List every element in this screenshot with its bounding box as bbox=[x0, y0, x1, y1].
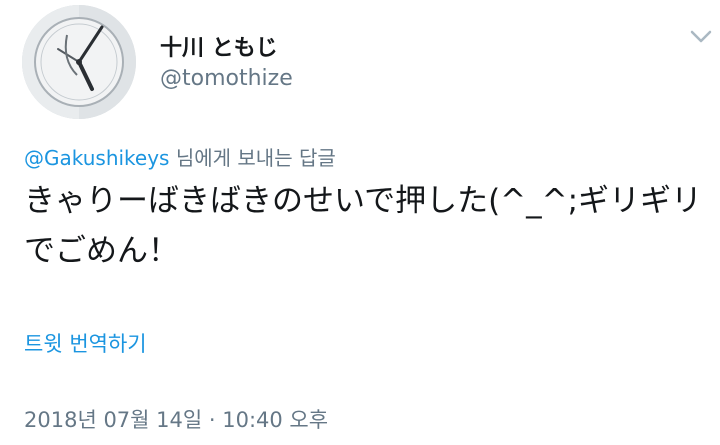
clock-photo-icon bbox=[22, 5, 136, 119]
display-name[interactable]: 十川 ともじ bbox=[160, 30, 278, 62]
reply-suffix: 님에게 보내는 답글 bbox=[169, 146, 336, 170]
translate-tweet-link[interactable]: 트윗 번역하기 bbox=[24, 328, 147, 358]
tweet-timestamp[interactable]: 2018년 07월 14일 · 10:40 오후 bbox=[24, 404, 328, 434]
reply-mention-link[interactable]: @Gakushikeys bbox=[24, 146, 169, 170]
user-handle[interactable]: @tomothize bbox=[160, 66, 293, 91]
reply-context: @Gakushikeys 님에게 보내는 답글 bbox=[24, 142, 336, 171]
tweet-detail: 十川 ともじ @tomothize @Gakushikeys 님에게 보내는 답… bbox=[0, 0, 720, 445]
chevron-down-icon[interactable] bbox=[687, 24, 715, 48]
tweet-text: きゃりーばきばきのせいで押した(^_^;ギリギリでごめん！ bbox=[24, 183, 703, 269]
avatar[interactable] bbox=[22, 5, 136, 119]
